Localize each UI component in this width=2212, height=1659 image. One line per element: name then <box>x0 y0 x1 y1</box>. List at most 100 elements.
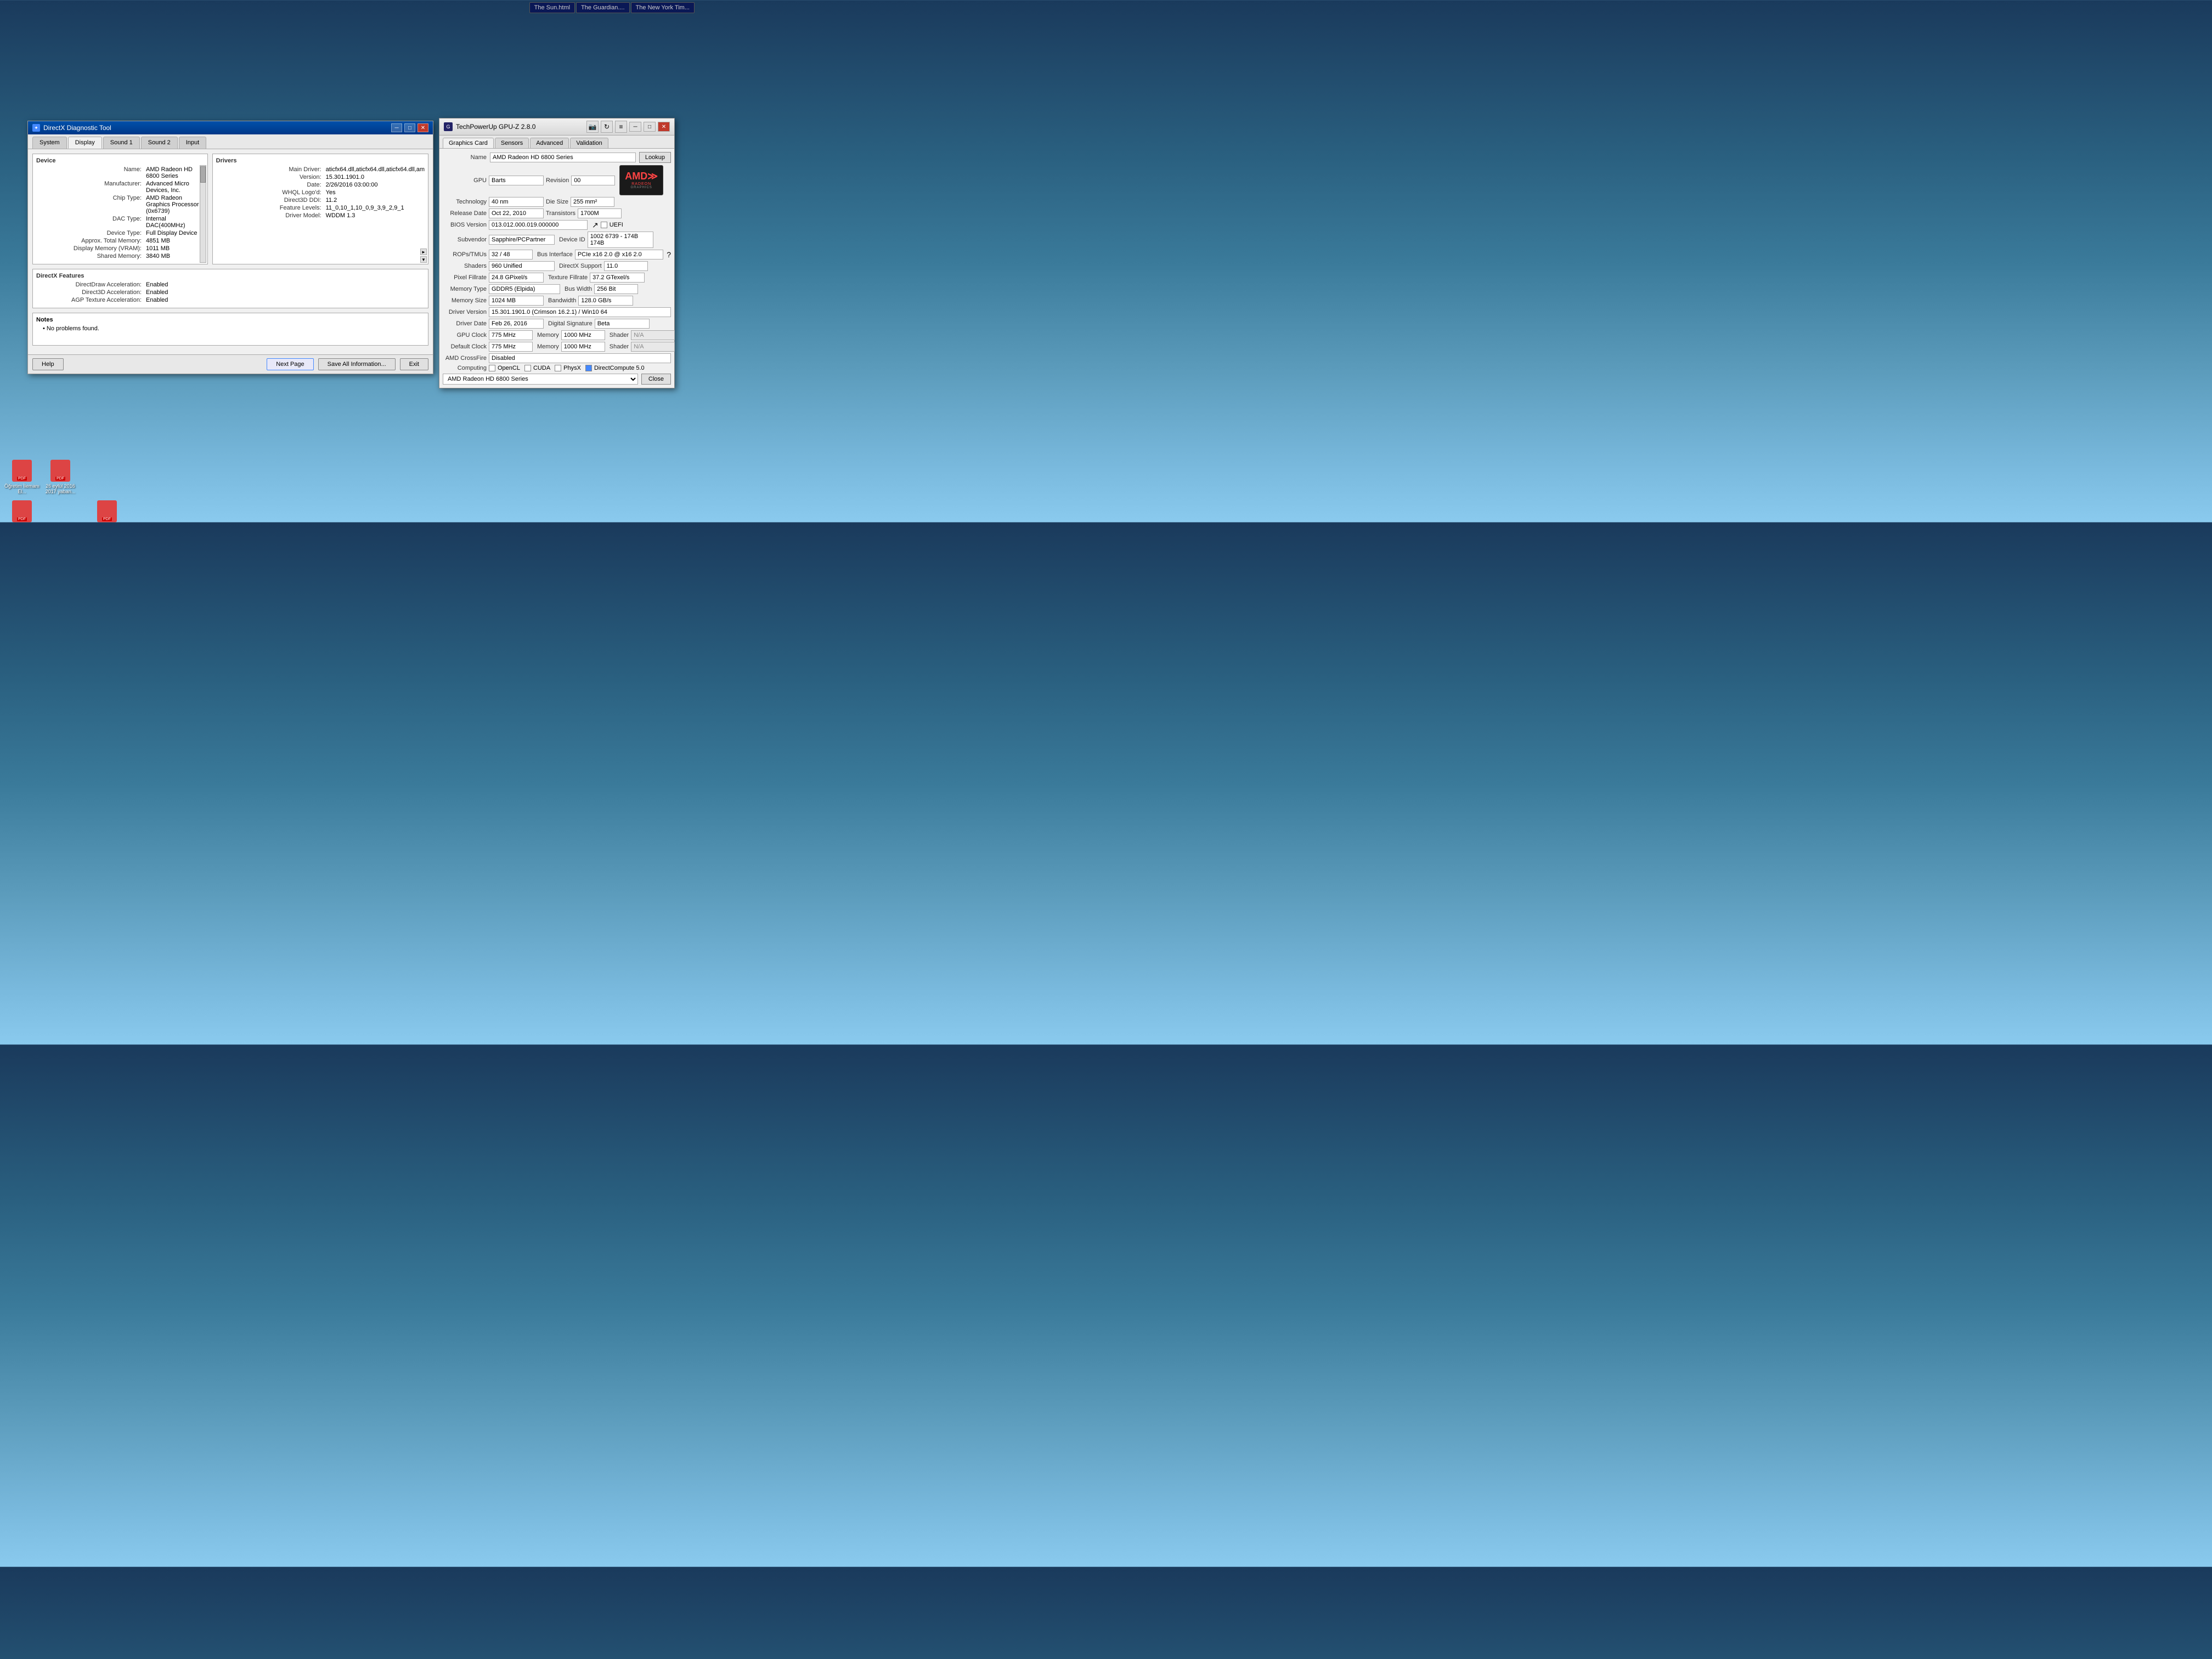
gpuz-subvendor-row: Subvendor Sapphire/PCPartner Device ID 1… <box>443 232 671 248</box>
tab-input[interactable]: Input <box>179 137 206 149</box>
device-value-4: Full Display Device <box>146 230 204 236</box>
tab-system[interactable]: System <box>32 137 67 149</box>
gpuz-crossfire-row: AMD CrossFire Disabled <box>443 353 671 363</box>
taskbar-tab-nyt[interactable]: The New York Tim... <box>631 2 695 13</box>
gpuz-defaultclock-row: Default Clock 775 MHz Memory 1000 MHz Sh… <box>443 342 671 352</box>
device-scrollbar[interactable] <box>200 165 206 263</box>
feature-value-2: Enabled <box>146 297 425 303</box>
gpuz-revision-field: 00 <box>571 176 615 185</box>
directcompute-checkbox[interactable] <box>585 365 592 371</box>
device-row-0: Name: AMD Radeon HD 6800 Series <box>36 166 204 179</box>
uefi-checkbox[interactable] <box>601 222 607 228</box>
gpuz-subvendor-label: Subvendor <box>443 236 487 243</box>
taskbar-tab-sun[interactable]: The Sun.html <box>529 2 575 13</box>
lookup-button[interactable]: Lookup <box>639 152 671 163</box>
refresh-button[interactable]: ↻ <box>601 121 613 133</box>
drivers-section: Drivers Main Driver: aticfx64.dll,aticfx… <box>212 154 428 264</box>
tab-sound2[interactable]: Sound 2 <box>141 137 178 149</box>
dxtool-titlebar-controls: ─ □ ✕ <box>391 123 428 132</box>
gpuz-tech-field: 40 nm <box>489 197 544 207</box>
close-button[interactable]: ✕ <box>417 123 428 132</box>
desktop-icon-4[interactable] <box>88 500 126 524</box>
maximize-button[interactable]: □ <box>404 123 415 132</box>
device-section: Device Name: AMD Radeon HD 6800 Series M… <box>32 154 208 264</box>
directx-features-title: DirectX Features <box>36 273 425 279</box>
device-value-5: 4851 MB <box>146 238 204 244</box>
desktop-icon-label-2: 26 eylül 2016 2017 yaban... <box>41 483 80 494</box>
physx-row: PhysX <box>555 365 581 371</box>
exit-button[interactable]: Exit <box>400 358 428 370</box>
directcompute-row: DirectCompute 5.0 <box>585 365 645 371</box>
desktop-icon-1[interactable]: Öğretim İlemanı El... <box>3 460 41 494</box>
dxtool-footer: Help Next Page Save All Information... E… <box>28 354 433 374</box>
gpuz-tab-sensors[interactable]: Sensors <box>495 138 529 148</box>
gpuz-memsize-field: 1024 MB <box>489 296 544 306</box>
gpuz-icon: G <box>444 122 453 131</box>
gpuz-titlebar-left: G TechPowerUp GPU-Z 2.8.0 <box>444 122 535 131</box>
busif-help-icon[interactable]: ? <box>667 250 671 259</box>
gpuz-tabs: Graphics Card Sensors Advanced Validatio… <box>439 136 674 149</box>
gpuz-bios-field: 013.012.000.019.000000 <box>489 220 588 230</box>
save-all-button[interactable]: Save All Information... <box>318 358 396 370</box>
bios-save-icon[interactable]: ↗ <box>592 221 599 230</box>
gpuz-memory-label: Memory <box>537 332 559 338</box>
gpu-selector[interactable]: AMD Radeon HD 6800 Series <box>443 374 638 385</box>
opencl-checkbox[interactable] <box>489 365 495 371</box>
gpuz-pixel-row: Pixel Fillrate 24.8 GPixel/s Texture Fil… <box>443 273 671 283</box>
minimize-button[interactable]: ─ <box>391 123 402 132</box>
next-page-button[interactable]: Next Page <box>267 358 313 370</box>
gpuz-pixel-label: Pixel Fillrate <box>443 274 487 281</box>
tab-sound1[interactable]: Sound 1 <box>103 137 140 149</box>
notes-text: • No problems found. <box>36 325 425 332</box>
gpuz-name-field: AMD Radeon HD 6800 Series <box>490 153 636 162</box>
device-row-7: Shared Memory: 3840 MB <box>36 253 204 259</box>
physx-checkbox[interactable] <box>555 365 561 371</box>
gpuz-minimize[interactable]: ─ <box>629 122 641 132</box>
gpuz-gpu-label: GPU <box>443 177 487 184</box>
gpuz-driverversion-label: Driver Version <box>443 309 487 315</box>
gpuz-maximize[interactable]: □ <box>644 122 656 132</box>
gpuz-tab-advanced[interactable]: Advanced <box>530 138 569 148</box>
driver-label-6: Driver Model: <box>216 212 326 219</box>
gpuz-tab-graphics[interactable]: Graphics Card <box>443 138 494 148</box>
gpuz-tech-row: Technology 40 nm Die Size 255 mm² <box>443 197 671 207</box>
desktop-icon-2[interactable]: 26 eylül 2016 2017 yaban... <box>41 460 80 494</box>
device-label-1: Manufacturer: <box>36 180 146 194</box>
cuda-checkbox[interactable] <box>524 365 531 371</box>
gpuz-titlebar-right: 📷 ↻ ≡ ─ □ ✕ <box>586 121 670 133</box>
driver-value-4: 11.2 <box>326 197 425 204</box>
gpuz-name-row: Name AMD Radeon HD 6800 Series Lookup <box>443 152 671 163</box>
gpuz-tech-label: Technology <box>443 199 487 205</box>
directcompute-label: DirectCompute 5.0 <box>594 365 645 371</box>
gpuz-rops-row: ROPs/TMUs 32 / 48 Bus Interface PCIe x16… <box>443 250 671 259</box>
driver-row-1: Version: 15.301.1901.0 <box>216 174 425 180</box>
help-button[interactable]: Help <box>32 358 64 370</box>
dxtool-titlebar: ✦ DirectX Diagnostic Tool ─ □ ✕ <box>28 121 433 134</box>
dxtool-tabs: System Display Sound 1 Sound 2 Input <box>28 134 433 149</box>
drivers-section-title: Drivers <box>216 157 425 164</box>
notes-title: Notes <box>36 317 425 323</box>
gpuz-gpuclock-field: 775 MHz <box>489 330 533 340</box>
device-row-5: Approx. Total Memory: 4851 MB <box>36 238 204 244</box>
gpuz-window: G TechPowerUp GPU-Z 2.8.0 📷 ↻ ≡ ─ □ ✕ Gr… <box>439 118 675 388</box>
gpuz-diesize-field: 255 mm² <box>571 197 614 207</box>
driver-label-0: Main Driver: <box>216 166 326 173</box>
gpuz-buswidth-label: Bus Width <box>565 286 592 292</box>
device-value-7: 3840 MB <box>146 253 204 259</box>
gpuz-shaders-field: 960 Unified <box>489 261 555 271</box>
camera-button[interactable]: 📷 <box>586 121 599 133</box>
driver-label-2: Date: <box>216 182 326 188</box>
drivers-scroll-right[interactable]: ► <box>420 249 427 255</box>
tab-display[interactable]: Display <box>68 137 102 149</box>
gpuz-driverdate-row: Driver Date Feb 26, 2016 Digital Signatu… <box>443 319 671 329</box>
device-value-2: AMD Radeon Graphics Processor (0x6739) <box>146 195 204 215</box>
drivers-scroll-down[interactable]: ▼ <box>420 256 427 263</box>
taskbar-tab-guardian[interactable]: The Guardian.... <box>576 2 630 13</box>
gpuz-close-x[interactable]: ✕ <box>658 122 670 132</box>
gpuz-computing-label: Computing <box>443 365 487 371</box>
gpuz-tab-validation[interactable]: Validation <box>570 138 608 148</box>
desktop-icon-3[interactable] <box>3 500 41 524</box>
menu-button[interactable]: ≡ <box>615 121 627 133</box>
gpuz-close-button[interactable]: Close <box>641 374 671 385</box>
feature-label-2: AGP Texture Acceleration: <box>36 297 146 303</box>
